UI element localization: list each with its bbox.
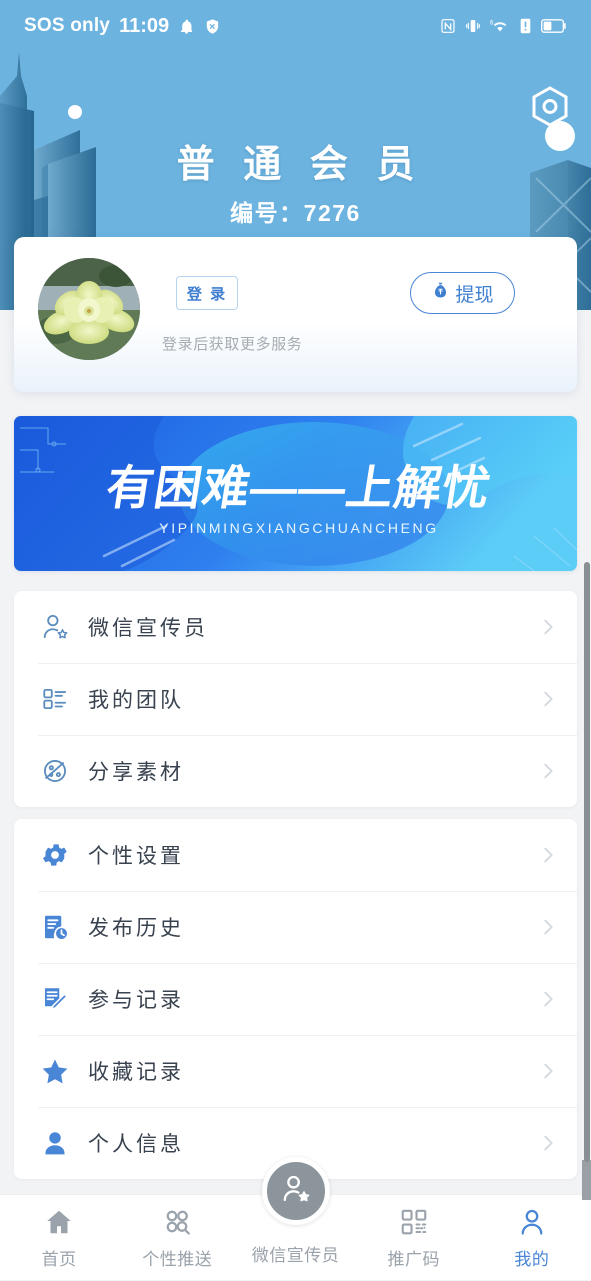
person-star-outline-icon [38,610,72,644]
note-pencil-icon [38,982,72,1016]
chevron-right-icon [537,916,559,938]
tab-home[interactable]: 首页 [0,1195,118,1281]
vibrate-icon [465,18,481,34]
status-bar-left: SOS only 11:09 [24,15,221,38]
tab-label: 个性推送 [142,1250,213,1269]
person-outline-icon [517,1206,547,1238]
menu-item-favorites-record[interactable]: 收藏记录 [14,1035,577,1107]
tab-label: 首页 [41,1250,77,1269]
chevron-right-icon [537,844,559,866]
menu-item-share-material[interactable]: 分享素材 [14,735,577,807]
banner-headline: 有困难——上解忧 [102,462,494,515]
banner-artwork: 有困难——上解忧 YIPINMINGXIANGCHUANCHENG [14,416,577,571]
menu-item-publish-history[interactable]: 发布历史 [14,891,577,963]
avatar[interactable] [38,258,140,360]
gear-icon [38,838,72,872]
star-icon [38,1054,72,1088]
menu-group-services: 微信宣传员 我的团队 分享素材 [14,591,577,807]
chevron-right-icon [537,616,559,638]
menu-item-participation-record[interactable]: 参与记录 [14,963,577,1035]
chevron-right-icon [537,988,559,1010]
tab-label: 微信宣传员 [251,1245,340,1265]
page-title: 普 通 会 员 [176,144,424,186]
lotus-flower-avatar [38,258,140,360]
tab-label: 推广码 [387,1250,440,1269]
promo-banner[interactable]: 有困难——上解忧 YIPINMINGXIANGCHUANCHENG [14,416,577,571]
center-action-button[interactable] [261,1157,330,1225]
tab-personalized-push[interactable]: 个性推送 [118,1195,236,1281]
menu-item-label: 收藏记录 [88,1061,184,1084]
status-bar: SOS only 11:09 6 [0,0,591,52]
menu-item-personal-settings[interactable]: 个性设置 [14,819,577,891]
menu-item-my-team[interactable]: 我的团队 [14,663,577,735]
qr-code-icon [399,1206,429,1238]
menu-item-label: 我的团队 [88,689,184,712]
person-icon [38,1126,72,1160]
scrollbar-edge [582,1160,591,1200]
menu-item-label: 微信宣传员 [88,617,208,640]
chevron-right-icon [537,1060,559,1082]
tab-label: 我的 [514,1250,550,1269]
menu-item-label: 参与记录 [88,989,184,1012]
menu-item-label: 个性设置 [88,845,184,868]
shield-off-icon [204,18,221,35]
login-hint-text: 登录后获取更多服务 [162,336,303,353]
bell-icon [178,18,195,35]
profile-card[interactable]: 登 录 登录后获取更多服务 提现 [14,237,577,392]
circles-icon [162,1206,192,1238]
banner-pinyin: YIPINMINGXIANGCHUANCHENG [159,520,438,536]
tab-mine[interactable]: 我的 [473,1195,591,1281]
chevron-right-icon [537,688,559,710]
team-list-outline-icon [38,682,72,716]
menu-item-wechat-promoter[interactable]: 微信宣传员 [14,591,577,663]
status-bar-right: 6 [440,18,567,34]
carrier-label: SOS only [24,15,111,36]
menu-item-label: 个人信息 [88,1133,184,1156]
wifi-6-icon: 6 [490,18,510,34]
battery-icon [541,19,567,33]
chevron-right-icon [537,760,559,782]
bottom-navigation: 首页 个性推送 微信宣传员 推广码 我的 [0,1157,591,1281]
sim-alert-icon [519,18,532,34]
menu-group-account: 个性设置 发布历史 参与记录 收藏记录 个人信息 [14,819,577,1179]
withdraw-label: 提现 [455,284,494,306]
tab-promo-code[interactable]: 推广码 [355,1195,473,1281]
svg-text:6: 6 [490,19,494,26]
menu-item-label: 分享素材 [88,761,184,784]
menu-item-label: 发布历史 [88,917,184,940]
member-id: 编号：7276 [230,200,361,226]
scrollbar-thumb[interactable] [584,562,590,1162]
login-button[interactable]: 登 录 [176,276,238,310]
nfc-icon [440,18,456,34]
person-star-icon [279,1172,313,1211]
chevron-right-icon [537,1132,559,1154]
home-icon [44,1206,74,1238]
document-clock-icon [38,910,72,944]
share-planet-outline-icon [38,754,72,788]
money-bag-icon [431,281,450,306]
tab-wechat-promoter[interactable]: 微信宣传员 [236,1157,354,1281]
clock-label: 11:09 [119,14,170,37]
withdraw-button[interactable]: 提现 [410,272,515,314]
